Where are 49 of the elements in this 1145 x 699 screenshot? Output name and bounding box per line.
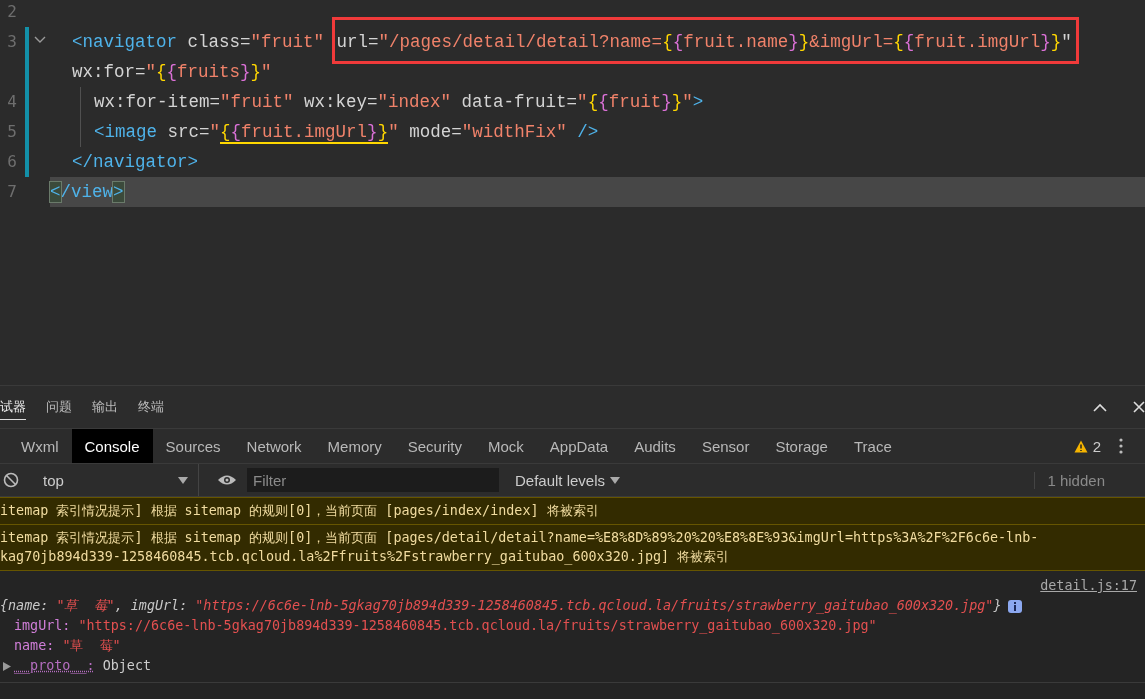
devtools-tab[interactable]: Trace — [840, 429, 905, 463]
filter-field[interactable]: Filter — [247, 468, 499, 492]
object-property: name: "草 莓" — [14, 637, 121, 655]
code-line: wx:for="{{fruits}}" — [72, 61, 272, 84]
line-number: 6 — [6, 151, 18, 173]
devtools-tab[interactable]: Wxml — [8, 429, 72, 463]
object-property: imgUrl: "https://6c6e-lnb-5gkag70jb894d339-1258460845.tcb.qcloud.la/fruits/strawberry_gaitubao_600x320.jpg" — [14, 617, 877, 636]
object-summary[interactable]: {name: "草 莓", imgUrl: "https://6c6e-lnb-5gkag70jb894d339-1258460845.tcb.qcloud.la/fruits/strawberry_gaitubao_600x320.jpg"} — [0, 596, 1002, 616]
eye-icon[interactable] — [217, 474, 237, 486]
levels-dropdown[interactable]: Default levels — [509, 470, 627, 490]
expand-icon[interactable] — [3, 661, 11, 671]
message-text: itemap 索引情况提示] 根据 sitemap 的规则[0]，当前页面 [pages/detail/detail?name=%E8%8D%89%20%20%E8%8E%93&imgUrl=https%3A%2F%2F6c6e-lnb- — [0, 529, 1040, 547]
devtools-tab[interactable]: Network — [233, 429, 315, 463]
panel-tab[interactable]: 终端 — [128, 386, 174, 428]
line-number: 5 — [6, 121, 18, 143]
devtools-tab[interactable]: Console — [71, 429, 153, 463]
source-link[interactable]: detail.js:17 — [1040, 576, 1137, 596]
line-number: 4 — [6, 91, 18, 113]
devtools-tab[interactable]: Memory — [314, 429, 395, 463]
warning-counter[interactable]: 2 — [1073, 437, 1101, 455]
devtools-tab[interactable]: Security — [394, 429, 475, 463]
devtools-tab[interactable]: AppData — [536, 429, 622, 463]
code-line: </navigator> — [72, 151, 199, 174]
line-number: 2 — [6, 1, 18, 23]
chevron-down-icon[interactable] — [34, 36, 46, 44]
more-icon[interactable] — [1119, 438, 1123, 454]
code-line: wx:for-item="fruit" wx:key="index" data-fruit="{{fruit}}"> — [94, 91, 704, 114]
object-property: __proto__: Object — [14, 657, 152, 676]
collapse-icon[interactable] — [1093, 402, 1107, 412]
panel-tab[interactable]: 输出 — [82, 386, 128, 428]
message-text: itemap 索引情况提示] 根据 sitemap 的规则[0]，当前页面 [pages/index/index] 将被索引 — [0, 502, 600, 520]
devtools-tab[interactable]: Storage — [762, 429, 841, 463]
hidden-count: 1 hidden — [1034, 471, 1115, 489]
devtools-tab[interactable]: Sources — [152, 429, 234, 463]
message-text: kag70jb894d339-1258460845.tcb.qcloud.la%2Ffruits%2Fstrawberry_gaitubao_600x320.jpg] 将被索引 — [0, 548, 731, 566]
context-select[interactable]: top — [29, 464, 199, 496]
panel-tab[interactable]: 问题 — [36, 386, 82, 428]
close-icon[interactable] — [1133, 401, 1145, 413]
devtools-tab[interactable]: Audits — [621, 429, 689, 463]
warning-icon — [1073, 439, 1088, 453]
devtools-tab[interactable]: Mock — [474, 429, 537, 463]
clear-console-icon[interactable] — [3, 472, 19, 488]
info-icon[interactable] — [1007, 599, 1022, 613]
caret-icon — [178, 476, 188, 484]
line-number: 3 — [6, 31, 18, 53]
code-line: <image src="{{fruit.imgUrl}}" mode="widthFix" /> — [94, 121, 599, 146]
line-number: 7 — [6, 181, 18, 203]
devtools-tab[interactable]: Sensor — [688, 429, 763, 463]
caret-icon — [610, 476, 621, 484]
